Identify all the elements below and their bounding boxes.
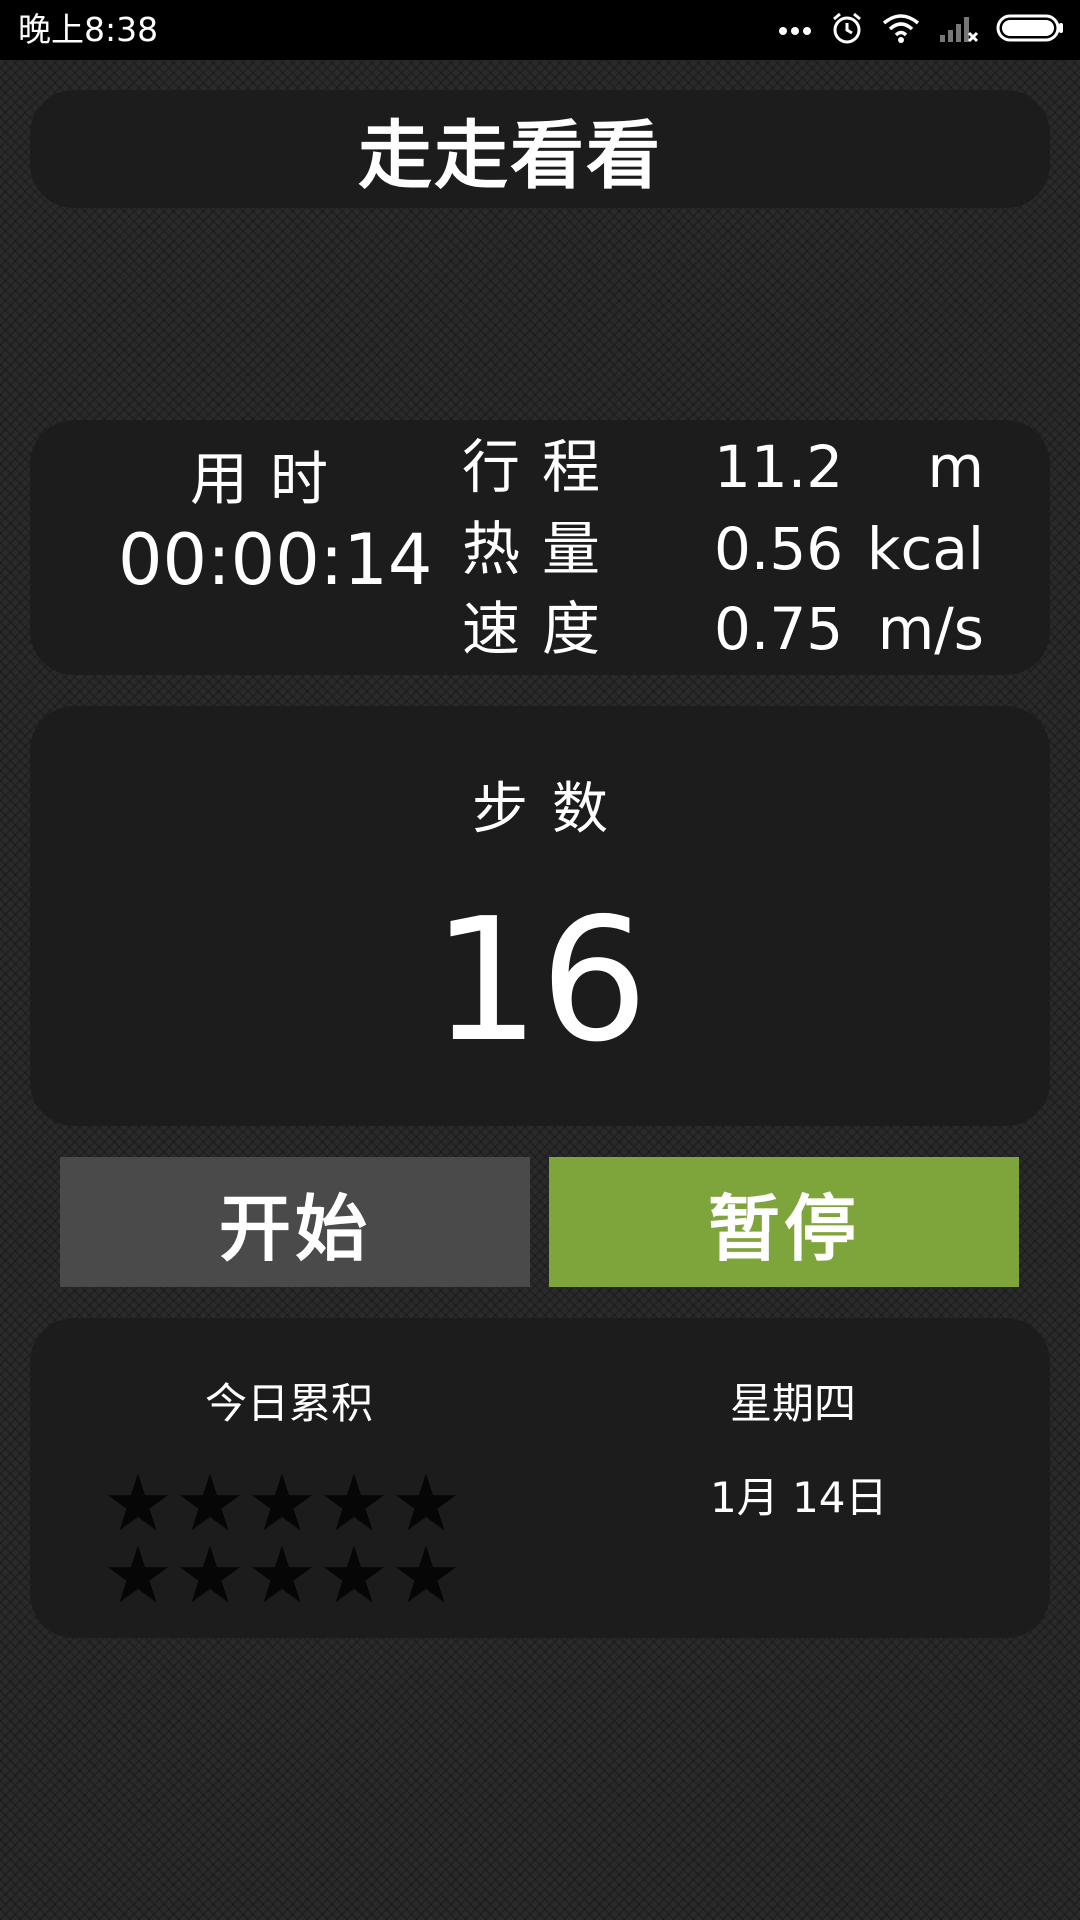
wifi-icon xyxy=(882,13,920,47)
star-icon: ★ xyxy=(247,1459,317,1549)
star-icon: ★ xyxy=(175,1459,245,1549)
star-icon: ★ xyxy=(391,1531,461,1621)
distance-label: 行程 xyxy=(462,433,623,501)
steps-count: 16 xyxy=(431,882,649,1080)
steps-card: 步数 16 xyxy=(30,706,1050,1126)
signal-no-sim-icon xyxy=(938,13,979,47)
stats-card: 用时 00:00:14 行程 11.2 m 热量 0.56 kcal 速度 0.… xyxy=(30,420,1050,675)
star-icon: ★ xyxy=(391,1459,461,1549)
elapsed-label: 用时 xyxy=(190,445,351,513)
star-icon: ★ xyxy=(319,1459,389,1549)
title-card: 走走看看 xyxy=(30,90,1050,208)
calories-label: 热量 xyxy=(462,515,623,583)
star-icon: ★ xyxy=(103,1459,173,1549)
status-time: 晚上8:38 xyxy=(18,10,159,49)
steps-label: 步数 xyxy=(472,777,632,842)
elapsed-value: 00:00:14 xyxy=(118,519,433,601)
star-icon: ★ xyxy=(247,1531,317,1621)
today-total-label: 今日累积 xyxy=(205,1379,374,1428)
speed-label: 速度 xyxy=(462,595,623,663)
app-title: 走走看看 xyxy=(358,112,662,199)
battery-icon xyxy=(996,13,1064,47)
status-bar: 晚上8:38 xyxy=(0,0,1080,60)
star-icon: ★ xyxy=(175,1531,245,1621)
star-icon: ★ xyxy=(103,1531,173,1621)
distance-unit: m xyxy=(927,433,985,501)
calories-unit: kcal xyxy=(866,515,984,583)
today-card: 今日累积 ★ ★ ★ ★ ★ ★ ★ ★ ★ ★ 星期四 1月 14日 xyxy=(30,1318,1050,1638)
more-dots-icon xyxy=(778,21,812,40)
speed-unit: m/s xyxy=(877,595,984,663)
pause-button[interactable]: 暂停 xyxy=(549,1157,1019,1287)
alarm-icon xyxy=(830,11,864,49)
star-icon: ★ xyxy=(319,1531,389,1621)
date-label: 1月 14日 xyxy=(710,1473,888,1522)
star-rating: ★ ★ ★ ★ ★ ★ ★ ★ ★ ★ xyxy=(102,1459,472,1621)
status-icons xyxy=(778,10,1064,50)
start-button[interactable]: 开始 xyxy=(60,1157,530,1287)
weekday-label: 星期四 xyxy=(730,1379,857,1428)
